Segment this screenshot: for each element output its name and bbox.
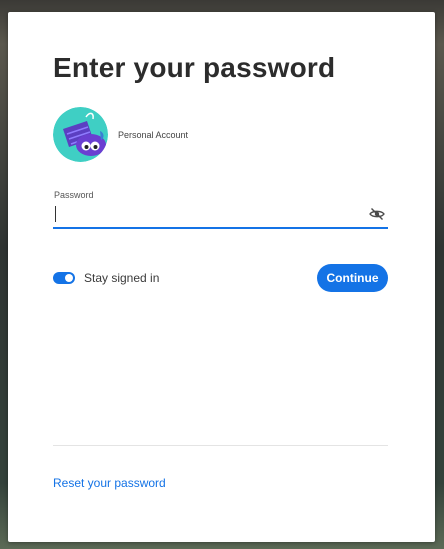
account-name: Personal Account bbox=[118, 129, 189, 140]
password-input[interactable] bbox=[53, 203, 355, 225]
continue-button[interactable]: Continue bbox=[317, 264, 388, 292]
page-title: Enter your password bbox=[53, 52, 336, 83]
toggle-knob bbox=[65, 274, 73, 282]
cartoon-avatar-icon bbox=[53, 107, 108, 162]
password-field bbox=[53, 203, 388, 229]
stay-signed-in-label: Stay signed in bbox=[84, 271, 160, 285]
eye-off-icon[interactable] bbox=[369, 206, 385, 222]
reset-password-link[interactable]: Reset your password bbox=[53, 476, 166, 490]
text-cursor bbox=[55, 206, 56, 222]
avatar bbox=[53, 107, 108, 162]
sign-in-card: Enter your password Personal Account Pas… bbox=[8, 12, 435, 542]
password-label: Password bbox=[54, 190, 94, 200]
account-row: Personal Account bbox=[53, 107, 188, 162]
divider bbox=[53, 445, 388, 446]
stay-signed-in-row: Stay signed in bbox=[53, 271, 159, 285]
stay-signed-in-toggle[interactable] bbox=[53, 272, 75, 284]
